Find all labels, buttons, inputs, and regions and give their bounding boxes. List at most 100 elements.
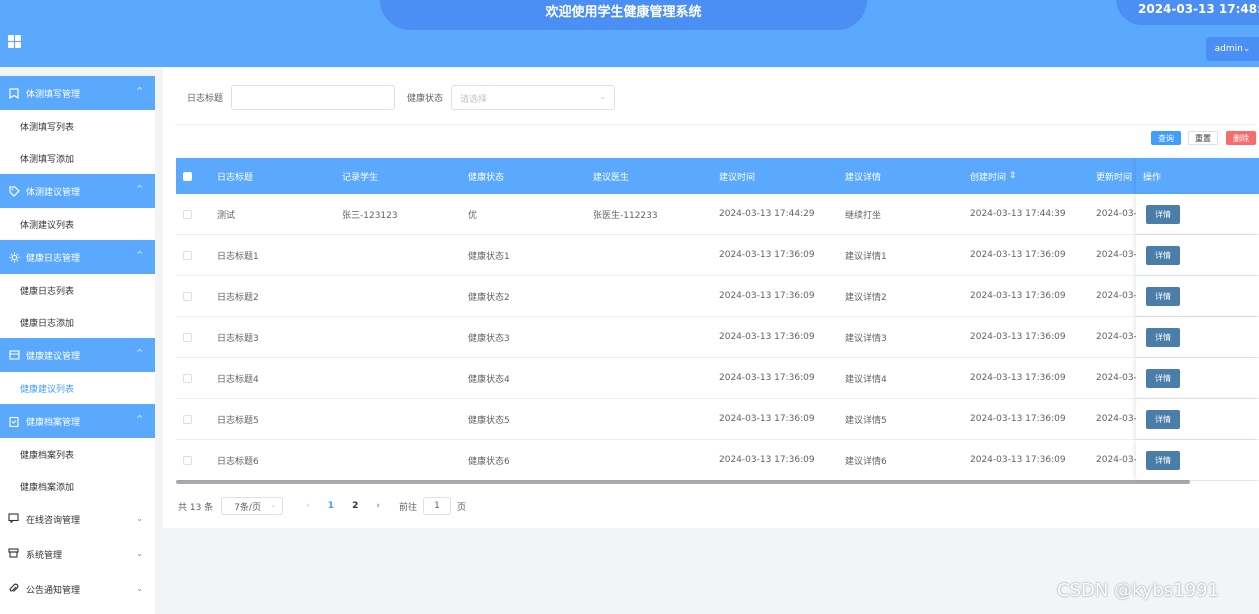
row-checkbox[interactable] <box>183 373 192 383</box>
detail-button[interactable]: 详情 <box>1146 287 1180 306</box>
clipboard-icon <box>8 415 20 427</box>
query-button[interactable]: 查询 <box>1151 131 1181 145</box>
tag-icon <box>8 185 20 197</box>
detail-button[interactable]: 详情 <box>1146 246 1180 265</box>
row-checkbox[interactable] <box>183 332 192 342</box>
table-cell: 日志标题6 <box>217 456 259 467</box>
pagination: 共 13 条 7条/页 ⌄ ‹ 1 2 › 前往 1 页 <box>178 497 466 515</box>
row-checkbox[interactable] <box>183 455 192 465</box>
user-name: admin <box>1214 44 1243 54</box>
user-menu-button[interactable]: admin ⌄ <box>1206 37 1259 61</box>
sidebar-item[interactable]: 健康档案列表 <box>0 438 155 470</box>
table-cell: 2024-03-13 17:36:09 <box>970 291 1066 301</box>
table-row: 日志标题2 健康状态2 2024-03-13 17:36:09 建议详情2 2024-0… <box>176 276 1259 317</box>
title-banner: 欢迎使用学生健康管理系统 <box>380 0 867 30</box>
row-select-cell <box>183 440 192 480</box>
table-cell: 2024-03-13 17:36:09 <box>719 250 815 260</box>
sidebar-group-4[interactable]: 健康档案管理 ^ <box>0 404 155 438</box>
table-row: 日志标题4 健康状态4 2024-03-13 17:36:09 建议详情4 2024-0… <box>176 358 1259 399</box>
sidebar-group-consult[interactable]: 在线咨询管理 ⌄ <box>0 502 155 537</box>
box-icon <box>8 548 20 561</box>
sort-icon[interactable]: ⇕ <box>1009 171 1017 181</box>
chevron-down-icon: ⌄ <box>136 584 143 593</box>
table-cell: 张医生-112233 <box>593 210 658 221</box>
detail-button[interactable]: 详情 <box>1146 410 1180 429</box>
horizontal-scrollbar[interactable] <box>176 480 1190 484</box>
sidebar-item-active[interactable]: 健康建议列表 <box>0 372 155 404</box>
detail-button[interactable]: 详情 <box>1146 205 1180 224</box>
grid-menu-icon[interactable] <box>8 35 21 48</box>
sidebar-group-3[interactable]: 健康建议管理 ^ <box>0 338 155 372</box>
table-cell: 健康状态6 <box>468 456 510 467</box>
chevron-up-icon: ^ <box>136 86 143 95</box>
select-all-checkbox[interactable] <box>183 171 192 181</box>
sidebar-group-2[interactable]: 健康日志管理 ^ <box>0 240 155 274</box>
page-number[interactable]: 2 <box>352 501 358 511</box>
column-header: 日志标题 <box>217 172 254 183</box>
status-filter-select[interactable]: 请选择 ⌄ <box>451 85 616 110</box>
page-size-select[interactable]: 7条/页 ⌄ <box>221 497 284 515</box>
sidebar-group-label: 公告通知管理 <box>26 586 81 596</box>
next-page-icon[interactable]: › <box>376 501 380 511</box>
chevron-down-icon: ⌄ <box>270 501 277 509</box>
chevron-up-icon: ^ <box>136 184 143 193</box>
delete-button[interactable]: 删除 <box>1226 131 1256 145</box>
row-select-cell <box>183 276 192 316</box>
sidebar-item[interactable]: 健康日志列表 <box>0 274 155 306</box>
sidebar-group-label: 系统管理 <box>26 551 63 561</box>
table-cell: 日志标题2 <box>217 292 259 303</box>
title-filter-input[interactable] <box>231 85 396 110</box>
goto-page-input[interactable]: 1 <box>422 497 451 515</box>
sidebar-item[interactable]: 体测建议列表 <box>0 208 155 240</box>
table-cell: 日志标题3 <box>217 333 259 344</box>
goto-suffix: 页 <box>456 502 466 513</box>
goto-prefix: 前往 <box>398 502 417 513</box>
row-checkbox[interactable] <box>183 250 192 260</box>
table-header: 日志标题 记录学生 健康状态 建议医生 建议时间 建议详情 创建时间 ⇕ 更新时… <box>176 158 1259 194</box>
sidebar-group-0[interactable]: 体测填写管理 ^ <box>0 76 155 110</box>
table-cell: 建议详情3 <box>845 333 887 344</box>
table-row: 日志标题6 健康状态6 2024-03-13 17:36:09 建议详情6 2024-0… <box>176 440 1259 481</box>
row-checkbox[interactable] <box>183 291 192 301</box>
chevron-up-icon: ^ <box>136 414 143 423</box>
sidebar-group-label: 体测建议管理 <box>26 187 81 198</box>
sidebar-item[interactable]: 体测填写添加 <box>0 142 155 174</box>
table-cell: 继续打坐 <box>845 210 882 221</box>
datetime-text: 2024-03-13 17:48:3 <box>1138 2 1259 16</box>
table-cell: 2024-03-13 17:36:09 <box>970 455 1066 465</box>
detail-button[interactable]: 详情 <box>1146 328 1180 347</box>
chevron-up-icon: ^ <box>136 348 143 357</box>
column-header: 建议时间 <box>719 172 756 183</box>
page-number-active[interactable]: 1 <box>328 501 334 511</box>
column-header-sortable[interactable]: 创建时间 ⇕ <box>970 158 1016 194</box>
total-count: 共 13 条 <box>178 502 214 513</box>
sidebar-item[interactable]: 健康日志添加 <box>0 306 155 338</box>
sidebar-item[interactable]: 体测填写列表 <box>0 110 155 142</box>
row-checkbox[interactable] <box>183 209 192 219</box>
reset-button[interactable]: 重置 <box>1188 131 1218 145</box>
status-filter-placeholder: 请选择 <box>460 95 488 105</box>
table-row: 日志标题1 健康状态1 2024-03-13 17:36:09 建议详情1 2024-0… <box>176 235 1259 276</box>
row-checkbox[interactable] <box>183 414 192 424</box>
sidebar-item[interactable]: 健康档案添加 <box>0 470 155 502</box>
detail-button[interactable]: 详情 <box>1146 369 1180 388</box>
table-cell: 建议详情4 <box>845 374 887 385</box>
prev-page-icon[interactable]: ‹ <box>306 501 310 511</box>
table-cell: 建议详情2 <box>845 292 887 303</box>
table-cell: 2024-03-13 17:36:09 <box>970 414 1066 424</box>
actions-cell: 详情 <box>1136 276 1259 316</box>
table-cell: 2024-03-13 17:36:09 <box>719 291 815 301</box>
chevron-up-icon: ^ <box>136 250 143 259</box>
detail-button[interactable]: 详情 <box>1146 451 1180 470</box>
table-cell: 2024-03-13 17:36:09 <box>970 373 1066 383</box>
column-header: 更新时间 <box>1096 172 1133 183</box>
table-cell: 2024-03-13 17:36:09 <box>970 250 1066 260</box>
sidebar-group-1[interactable]: 体测建议管理 ^ <box>0 174 155 208</box>
actions-cell: 详情 <box>1136 358 1259 398</box>
table-cell: 建议详情5 <box>845 415 887 426</box>
paperclip-icon <box>8 583 20 597</box>
sidebar-group-system[interactable]: 系统管理 ⌄ <box>0 537 155 572</box>
sidebar-group-notice[interactable]: 公告通知管理 ⌄ <box>0 572 155 607</box>
table-row: 测试 张三-123123 优 张医生-112233 2024-03-13 17:44:2… <box>176 194 1259 235</box>
table-cell: 健康状态3 <box>468 333 510 344</box>
